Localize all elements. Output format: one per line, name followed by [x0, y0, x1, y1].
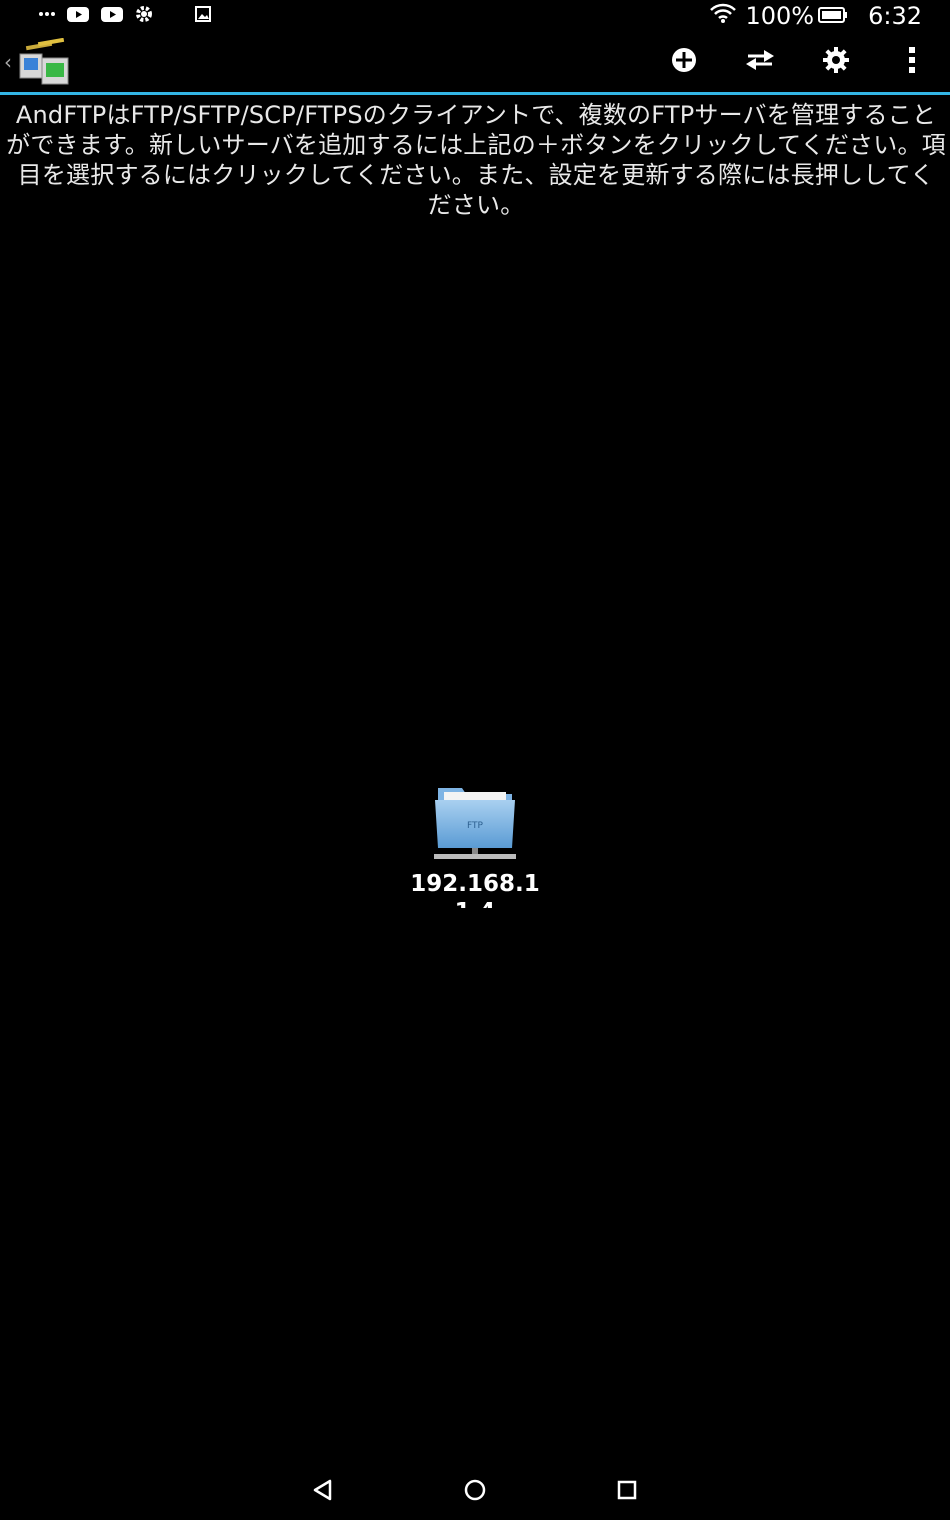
image-icon: [194, 5, 212, 27]
settings-button[interactable]: [812, 38, 860, 86]
battery-icon: [818, 2, 848, 30]
ftp-folder-icon: FTP: [400, 778, 550, 864]
notification-icons: [38, 4, 222, 28]
app-logo-icon[interactable]: [16, 37, 72, 86]
home-icon: [463, 1478, 487, 1506]
server-name: 192.168.11.4: [410, 871, 540, 908]
server-item[interactable]: FTP 192.168.11.4: [400, 778, 550, 918]
clock: 6:32: [868, 2, 922, 30]
recents-icon: [615, 1478, 639, 1506]
settings-icon: [822, 46, 850, 78]
youtube-icon: [66, 4, 90, 28]
overflow-menu-button[interactable]: [888, 38, 936, 86]
status-bar: 100% 6:32: [0, 0, 950, 30]
wifi-icon: [709, 2, 737, 30]
settings-gear-icon: [134, 4, 154, 28]
home-button[interactable]: [455, 1472, 495, 1512]
folder-icon-label: FTP: [467, 821, 484, 831]
back-button[interactable]: [303, 1472, 343, 1512]
overflow-menu-icon: [908, 46, 916, 78]
back-icon: [311, 1478, 335, 1506]
add-server-icon: [670, 46, 698, 78]
youtube-icon: [100, 4, 124, 28]
up-caret-icon[interactable]: ‹: [4, 50, 12, 74]
transfer-icon: [744, 48, 776, 76]
recents-button[interactable]: [607, 1472, 647, 1512]
action-bar-divider: [0, 92, 950, 95]
system-status: 100% 6:32: [709, 2, 922, 30]
more-dots-icon: [38, 4, 56, 28]
screen: 100% 6:32 ‹ AndFTPはFTP/SFTP/SCP/FTPSのクライ…: [0, 0, 950, 1520]
battery-percent: 100%: [745, 2, 815, 30]
action-bar: [0, 30, 950, 92]
help-description: AndFTPはFTP/SFTP/SCP/FTPSのクライアントで、複数のFTPサ…: [6, 101, 946, 219]
add-server-button[interactable]: [660, 38, 708, 86]
transfer-button[interactable]: [736, 38, 784, 86]
